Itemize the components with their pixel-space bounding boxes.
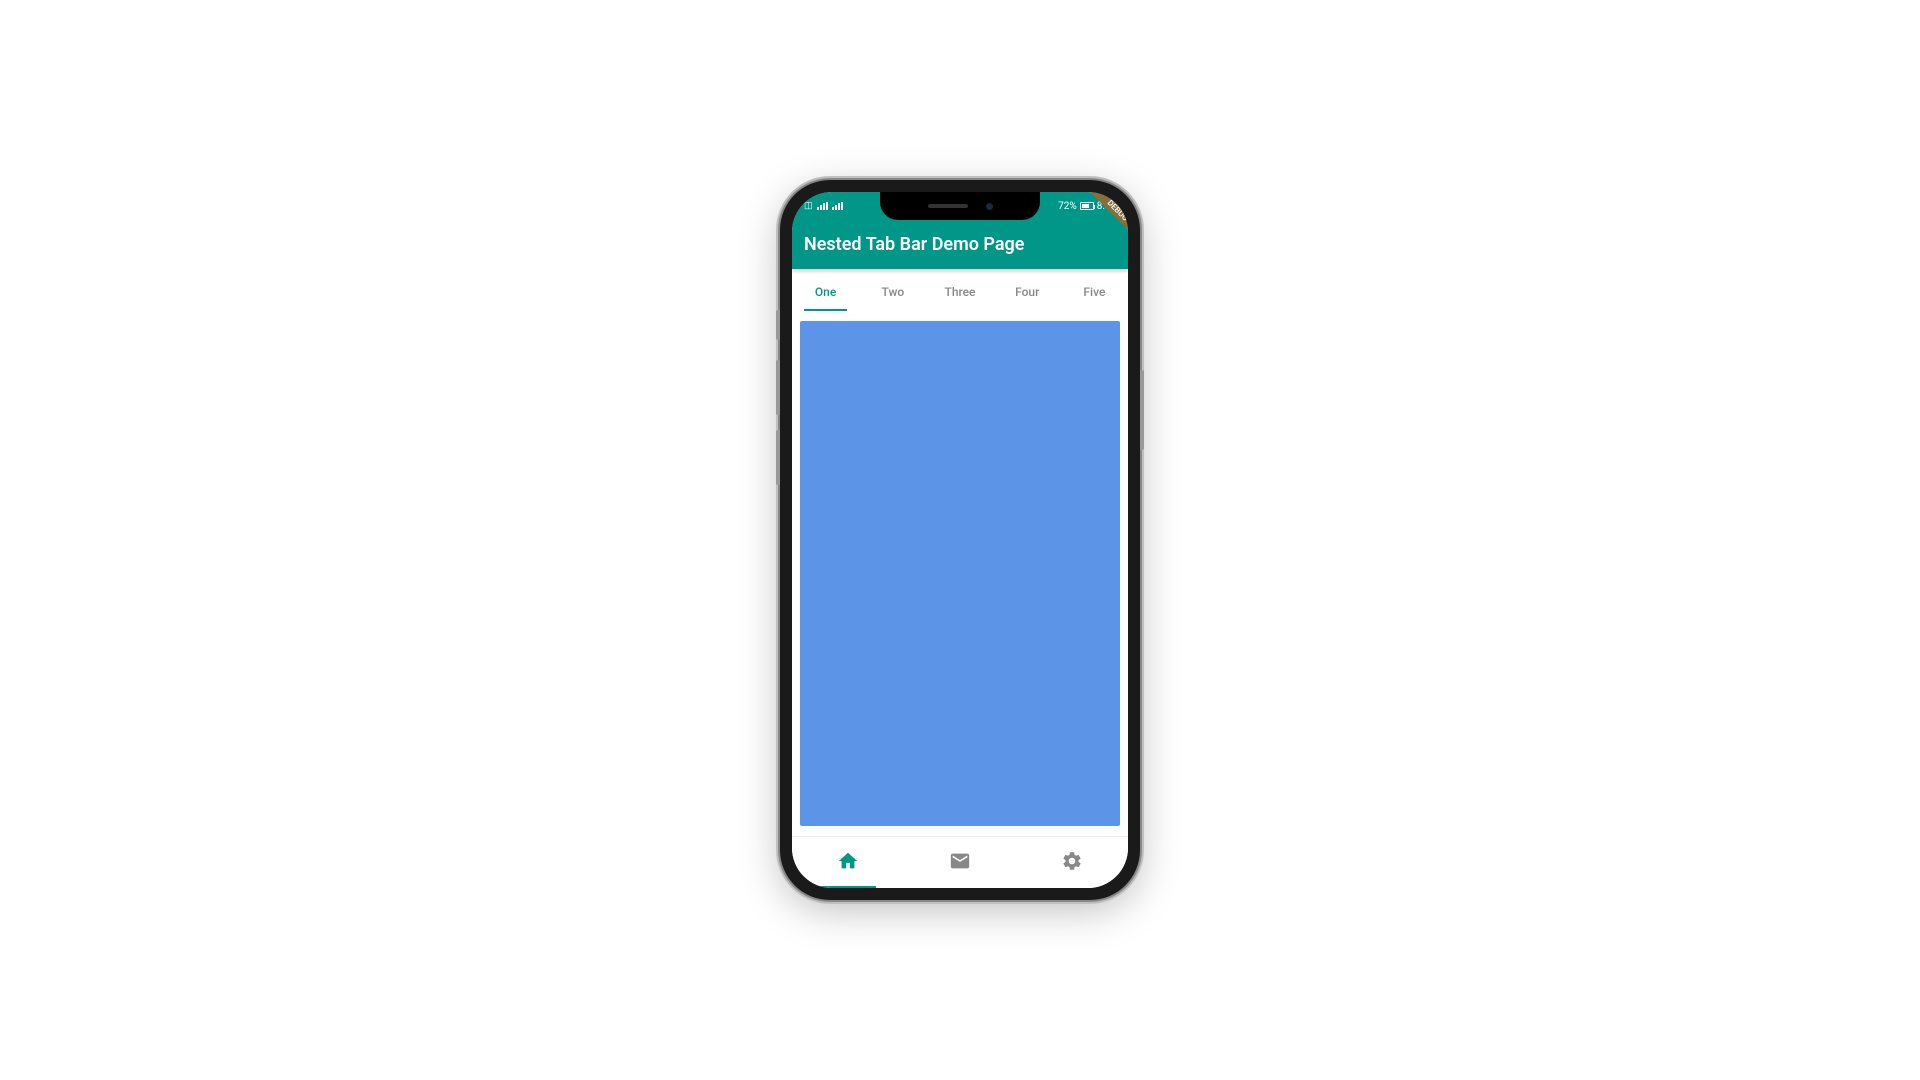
bottom-tab-bar (792, 836, 1128, 888)
phone-device-frame: DEBUG ◫ 72% 8:44 Nested Tab Bar Demo Pag… (780, 180, 1140, 900)
battery-percentage: 72% (1058, 201, 1077, 212)
mute-switch (776, 310, 780, 340)
tab-four[interactable]: Four (994, 277, 1061, 311)
battery-icon (1080, 202, 1094, 210)
speaker-grille (928, 204, 968, 208)
tab-label: Three (945, 285, 976, 299)
tab-content-area (792, 311, 1128, 836)
tab-label: One (815, 285, 836, 299)
tab-five[interactable]: Five (1061, 277, 1128, 311)
bottom-tab-mail[interactable] (904, 837, 1016, 888)
page-title: Nested Tab Bar Demo Page (804, 234, 1024, 255)
tab-two[interactable]: Two (859, 277, 926, 311)
tab-label: Four (1015, 285, 1039, 299)
volume-up-button (776, 360, 780, 415)
notch (880, 192, 1040, 220)
signal-icon (817, 202, 828, 210)
mail-icon (949, 850, 971, 876)
volume-down-button (776, 430, 780, 485)
tab-three[interactable]: Three (926, 277, 993, 311)
tab-label: Two (881, 285, 904, 299)
bottom-tab-settings[interactable] (1016, 837, 1128, 888)
home-icon (837, 850, 859, 876)
phone-screen: DEBUG ◫ 72% 8:44 Nested Tab Bar Demo Pag… (792, 192, 1128, 888)
settings-icon (1061, 850, 1083, 876)
signal-icon-2 (832, 202, 843, 210)
content-block (800, 321, 1120, 826)
power-button (1140, 370, 1144, 450)
tab-label: Five (1083, 285, 1105, 299)
notification-icon: ◫ (804, 201, 813, 211)
status-bar-left: ◫ (804, 201, 843, 211)
bottom-tab-home[interactable] (792, 837, 904, 888)
front-camera (986, 203, 993, 210)
tab-one[interactable]: One (792, 277, 859, 311)
app-bar: Nested Tab Bar Demo Page (792, 220, 1128, 269)
top-tab-bar: One Two Three Four Five (792, 269, 1128, 311)
